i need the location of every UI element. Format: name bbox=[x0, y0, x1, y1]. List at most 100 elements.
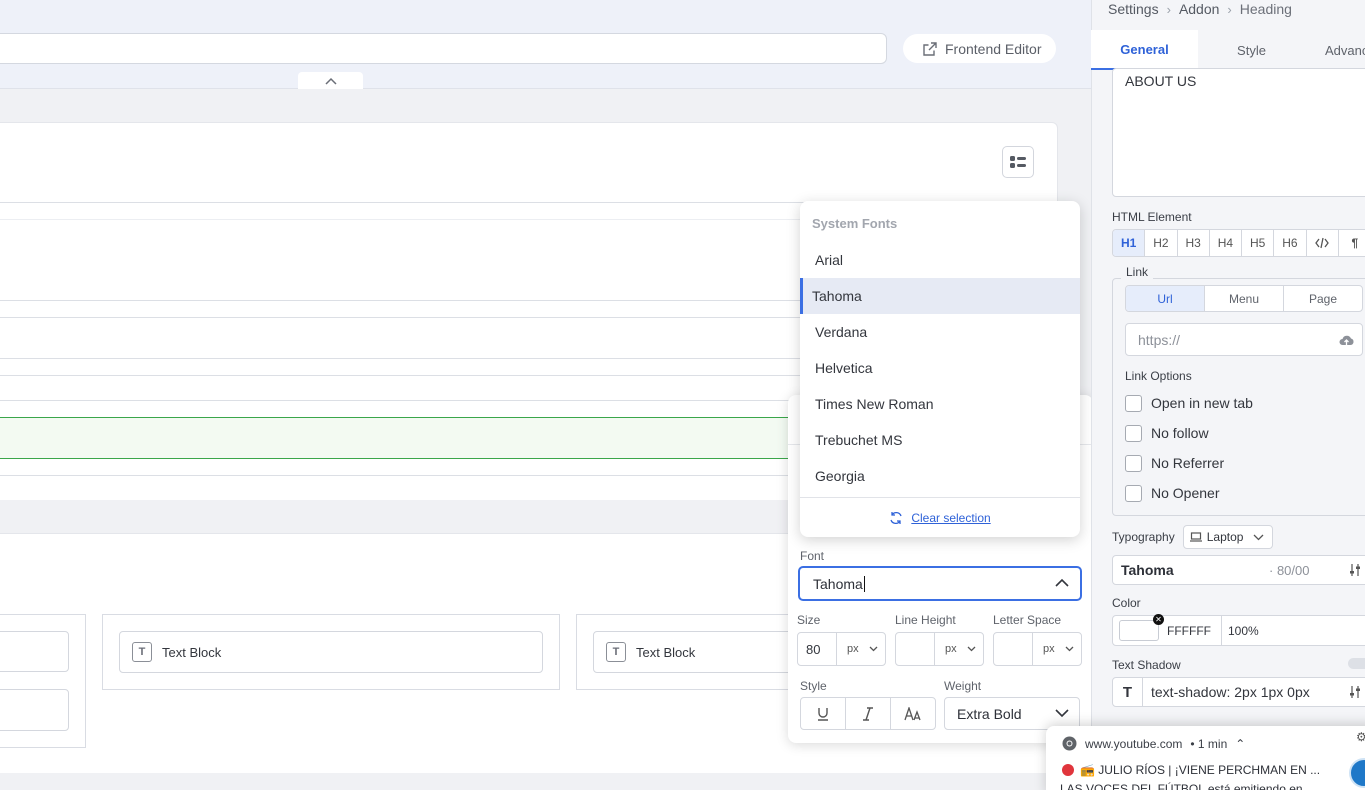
addon-block[interactable] bbox=[0, 631, 69, 672]
italic-icon bbox=[863, 706, 873, 721]
link-options-label: Link Options bbox=[1125, 369, 1192, 383]
font-option-tahoma[interactable]: Tahoma bbox=[800, 278, 1080, 314]
link-type-page[interactable]: Page bbox=[1284, 286, 1362, 311]
clear-color-icon[interactable]: ✕ bbox=[1153, 614, 1164, 625]
font-option-arial[interactable]: Arial bbox=[800, 242, 1080, 278]
line-height-unit-select[interactable]: px bbox=[935, 643, 983, 655]
option-no-referrer[interactable]: No Referrer bbox=[1125, 453, 1224, 473]
breadcrumb-addon[interactable]: Addon bbox=[1179, 1, 1219, 17]
color-opacity-value[interactable]: 100% bbox=[1221, 616, 1259, 645]
heading-h5-button[interactable]: H5 bbox=[1242, 230, 1275, 256]
font-option-verdana[interactable]: Verdana bbox=[800, 314, 1080, 350]
option-no-follow[interactable]: No follow bbox=[1125, 423, 1209, 443]
row-divider bbox=[0, 358, 800, 359]
row-divider bbox=[0, 400, 800, 401]
line-height-field[interactable]: px bbox=[895, 632, 984, 666]
adjust-icon[interactable] bbox=[1349, 685, 1361, 699]
breadcrumb: Settings › Addon › Heading bbox=[1108, 0, 1292, 18]
color-hex-value[interactable]: FFFFFF bbox=[1159, 624, 1221, 638]
heading-h3-button[interactable]: H3 bbox=[1178, 230, 1210, 256]
chevron-up-icon bbox=[1055, 578, 1069, 587]
option-label: No Referrer bbox=[1151, 455, 1225, 471]
dropdown-group-label: System Fonts bbox=[812, 216, 898, 231]
collapse-toolbar-button[interactable] bbox=[298, 72, 363, 89]
text-shadow-field[interactable]: T text-shadow: 2px 1px 0px bbox=[1112, 677, 1365, 707]
typography-label: Typography bbox=[1112, 530, 1175, 544]
browser-notification[interactable]: www.youtube.com • 1 min ⌃ ⚙ 📻 JULIO RÍOS… bbox=[1046, 726, 1365, 790]
line-height-input[interactable] bbox=[896, 633, 935, 665]
checkbox[interactable] bbox=[1125, 424, 1142, 442]
link-url-input[interactable]: https:// bbox=[1125, 323, 1363, 356]
text-transform-button[interactable] bbox=[891, 698, 935, 729]
link-type-group: Url Menu Page bbox=[1125, 285, 1363, 312]
heading-title-textarea[interactable]: ABOUT US bbox=[1112, 68, 1365, 197]
paragraph-tag-button[interactable]: ¶ bbox=[1339, 230, 1365, 256]
color-label: Color bbox=[1112, 596, 1141, 610]
option-no-opener[interactable]: No Opener bbox=[1125, 483, 1219, 503]
selected-addon-row[interactable] bbox=[0, 417, 790, 459]
underline-button[interactable] bbox=[801, 698, 846, 729]
notification-title-row: 📻 JULIO RÍOS | ¡VIENE PERCHMAN EN ... bbox=[1062, 763, 1320, 777]
text-block-addon[interactable]: T Text Block bbox=[593, 631, 796, 673]
device-select[interactable]: Laptop bbox=[1182, 525, 1273, 549]
size-field[interactable]: 80 px bbox=[797, 632, 886, 666]
font-weight-value: Extra Bold bbox=[957, 705, 1022, 722]
letter-space-field[interactable]: px bbox=[993, 632, 1082, 666]
link-url-placeholder: https:// bbox=[1138, 331, 1181, 348]
font-option-times-new-roman[interactable]: Times New Roman bbox=[800, 386, 1080, 422]
text-icon: T bbox=[606, 642, 626, 662]
font-option-trebuchet-ms[interactable]: Trebuchet MS bbox=[800, 422, 1080, 458]
size-input[interactable]: 80 bbox=[798, 633, 837, 665]
breadcrumb-settings[interactable]: Settings bbox=[1108, 1, 1159, 17]
text-shadow-toggle[interactable] bbox=[1348, 658, 1365, 669]
letter-space-unit-select[interactable]: px bbox=[1033, 643, 1081, 655]
channel-avatar bbox=[1349, 758, 1365, 788]
frontend-editor-button[interactable]: Frontend Editor bbox=[903, 34, 1056, 63]
option-open-new-tab[interactable]: Open in new tab bbox=[1125, 393, 1253, 413]
row-divider bbox=[0, 300, 800, 301]
link-type-menu[interactable]: Menu bbox=[1205, 286, 1284, 311]
size-unit-value: px bbox=[847, 643, 859, 655]
code-tag-button[interactable] bbox=[1307, 230, 1339, 256]
chevron-up-icon bbox=[324, 77, 337, 85]
letter-space-input[interactable] bbox=[994, 633, 1033, 665]
font-select-input[interactable]: Tahoma bbox=[798, 566, 1082, 601]
text-style-group bbox=[800, 697, 936, 730]
section-layout-button[interactable] bbox=[1002, 146, 1034, 178]
cloud-upload-icon[interactable] bbox=[1339, 334, 1354, 346]
checkbox[interactable] bbox=[1125, 454, 1142, 472]
italic-button[interactable] bbox=[846, 698, 891, 729]
typography-field[interactable]: Tahoma · 80/00 bbox=[1112, 555, 1365, 585]
link-type-url[interactable]: Url bbox=[1126, 286, 1205, 311]
heading-h4-button[interactable]: H4 bbox=[1210, 230, 1242, 256]
font-label: Font bbox=[800, 549, 825, 563]
checkbox[interactable] bbox=[1125, 484, 1142, 502]
color-swatch[interactable]: ✕ bbox=[1119, 614, 1164, 641]
size-unit-select[interactable]: px bbox=[837, 643, 885, 655]
gear-icon[interactable]: ⚙ bbox=[1356, 730, 1365, 744]
tab-style[interactable]: Style bbox=[1198, 30, 1305, 70]
row-divider bbox=[0, 375, 800, 376]
notification-header: www.youtube.com • 1 min ⌃ bbox=[1062, 736, 1245, 751]
page-url-bar[interactable] bbox=[0, 33, 887, 64]
tab-general[interactable]: General bbox=[1091, 30, 1198, 70]
refresh-icon bbox=[889, 511, 903, 525]
addon-block[interactable] bbox=[0, 689, 69, 731]
font-option-georgia[interactable]: Georgia bbox=[800, 458, 1080, 494]
chevron-up-icon[interactable]: ⌃ bbox=[1235, 737, 1245, 751]
color-field[interactable]: ✕ FFFFFF 100% bbox=[1112, 614, 1365, 646]
laptop-icon bbox=[1189, 532, 1202, 542]
style-label: Style bbox=[800, 679, 827, 693]
heading-h2-button[interactable]: H2 bbox=[1145, 230, 1178, 256]
font-option-helvetica[interactable]: Helvetica bbox=[800, 350, 1080, 386]
adjust-icon[interactable] bbox=[1349, 563, 1361, 577]
checkbox[interactable] bbox=[1125, 394, 1142, 412]
heading-h1-button[interactable]: H1 bbox=[1113, 230, 1146, 256]
external-link-icon bbox=[923, 41, 937, 56]
text-block-label: Text Block bbox=[162, 644, 222, 660]
tab-advanced[interactable]: Advanced bbox=[1305, 30, 1365, 70]
text-block-addon[interactable]: T Text Block bbox=[119, 631, 543, 673]
typography-meta: · 80/00 bbox=[1269, 562, 1310, 578]
clear-selection-link[interactable]: Clear selection bbox=[911, 511, 990, 525]
heading-h6-button[interactable]: H6 bbox=[1274, 230, 1307, 256]
